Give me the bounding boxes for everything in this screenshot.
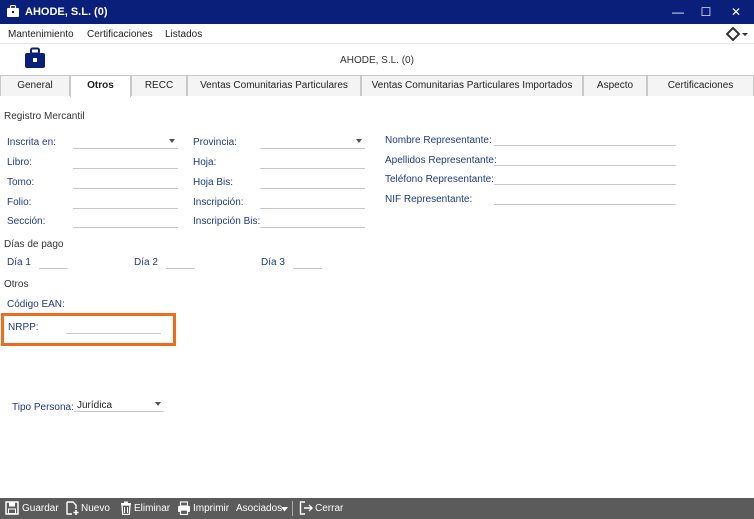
cerrar-button[interactable]: Cerrar bbox=[299, 498, 344, 519]
tipo-persona-value: Jurídica bbox=[77, 400, 113, 411]
tomo-label: Tomo: bbox=[7, 177, 35, 188]
exit-icon bbox=[299, 501, 313, 515]
menu-listados[interactable]: Listados bbox=[165, 29, 202, 40]
tab-ventas-comunitarias[interactable]: Ventas Comunitarias Particulares bbox=[187, 75, 361, 96]
inscripcion-field[interactable] bbox=[260, 195, 365, 209]
imprimir-label: Imprimir bbox=[193, 503, 230, 514]
close-window-button[interactable]: ✕ bbox=[722, 2, 750, 22]
trash-icon bbox=[121, 501, 131, 515]
asociados-label: Asociados bbox=[236, 503, 283, 514]
inscrita-label: Inscrita en: bbox=[7, 137, 56, 148]
hoja-field[interactable] bbox=[260, 155, 365, 169]
apellidos-representante-field[interactable] bbox=[494, 152, 676, 166]
seccion-field[interactable] bbox=[73, 214, 178, 228]
otros-section-title: Otros bbox=[4, 279, 29, 290]
libro-field[interactable] bbox=[73, 155, 178, 169]
tipo-persona-dropdown[interactable]: Jurídica bbox=[74, 398, 164, 412]
cerrar-label: Cerrar bbox=[315, 503, 344, 514]
tab-otros[interactable]: Otros bbox=[70, 75, 131, 97]
tab-recc[interactable]: RECC bbox=[131, 75, 187, 96]
guardar-button[interactable]: Guardar bbox=[5, 498, 59, 519]
dia2-field[interactable] bbox=[166, 255, 195, 269]
imprimir-button[interactable]: Imprimir bbox=[177, 498, 229, 519]
window-title: AHODE, S.L. (0) bbox=[25, 6, 108, 18]
inscripcion-bis-field[interactable] bbox=[260, 214, 365, 228]
folio-field[interactable] bbox=[73, 195, 178, 209]
hoja-bis-field[interactable] bbox=[260, 175, 365, 189]
hoja-label: Hoja: bbox=[193, 157, 217, 168]
registro-section-title: Registro Mercantil bbox=[4, 111, 85, 122]
dia1-label: Día 1 bbox=[7, 257, 31, 268]
new-document-icon bbox=[66, 501, 79, 515]
briefcase-icon bbox=[7, 5, 19, 17]
provincia-label: Provincia: bbox=[193, 137, 237, 148]
bottom-toolbar: Guardar Nuevo Eliminar Imprimir Asociado… bbox=[0, 498, 754, 519]
telefono-representante-label: Teléfono Representante: bbox=[385, 174, 494, 185]
provincia-dropdown[interactable] bbox=[260, 135, 365, 149]
nrpp-field[interactable] bbox=[66, 320, 161, 334]
title-bar: AHODE, S.L. (0) — ☐ ✕ bbox=[0, 0, 754, 24]
dia2-label: Día 2 bbox=[134, 257, 158, 268]
nuevo-label: Nuevo bbox=[81, 503, 110, 514]
apellidos-representante-label: Apellidos Representante: bbox=[385, 155, 497, 166]
header-title: AHODE, S.L. (0) bbox=[340, 55, 414, 66]
telefono-representante-field[interactable] bbox=[494, 171, 676, 185]
chevron-down-icon bbox=[169, 139, 175, 143]
eliminar-label: Eliminar bbox=[134, 503, 171, 514]
nrpp-label: NRPP: bbox=[8, 322, 39, 333]
tomo-field[interactable] bbox=[73, 175, 178, 189]
nif-representante-field[interactable] bbox=[494, 191, 676, 205]
nombre-representante-field[interactable] bbox=[494, 132, 676, 146]
toolbar-separator bbox=[292, 501, 293, 516]
tab-bar: General Otros RECC Ventas Comunitarias P… bbox=[0, 75, 754, 97]
nombre-representante-label: Nombre Representante: bbox=[385, 135, 492, 146]
tab-aspecto[interactable]: Aspecto bbox=[583, 75, 647, 96]
eliminar-button[interactable]: Eliminar bbox=[120, 498, 170, 519]
inscripcion-label: Inscripción: bbox=[193, 197, 244, 208]
tab-certificaciones[interactable]: Certificaciones bbox=[647, 75, 754, 96]
menu-mantenimiento[interactable]: Mantenimiento bbox=[8, 29, 74, 40]
dia3-field[interactable] bbox=[293, 255, 322, 269]
dia3-label: Día 3 bbox=[261, 257, 285, 268]
minimize-button[interactable]: — bbox=[664, 2, 692, 22]
tipo-persona-label: Tipo Persona: bbox=[12, 402, 74, 413]
folio-label: Folio: bbox=[7, 197, 32, 208]
menu-certificaciones[interactable]: Certificaciones bbox=[87, 29, 153, 40]
libro-label: Libro: bbox=[7, 157, 33, 168]
help-icon[interactable] bbox=[726, 27, 748, 41]
chevron-down-icon bbox=[356, 139, 362, 143]
asociados-dropdown-button[interactable]: Asociados bbox=[236, 498, 288, 519]
chevron-down-icon bbox=[155, 402, 161, 406]
inscripcion-bis-label: Inscripción Bis: bbox=[193, 216, 261, 227]
printer-icon bbox=[178, 501, 190, 515]
dia1-field[interactable] bbox=[39, 255, 68, 269]
maximize-button[interactable]: ☐ bbox=[692, 2, 720, 22]
guardar-label: Guardar bbox=[22, 503, 59, 514]
nuevo-button[interactable]: Nuevo bbox=[65, 498, 110, 519]
hoja-bis-label: Hoja Bis: bbox=[193, 177, 234, 188]
menu-bar: Mantenimiento Certificaciones Listados bbox=[0, 24, 754, 44]
seccion-label: Sección: bbox=[7, 216, 46, 227]
save-icon bbox=[5, 501, 19, 515]
nif-representante-label: NIF Representante: bbox=[385, 194, 473, 205]
caret-down-icon bbox=[281, 507, 288, 512]
ean-label: Código EAN: bbox=[7, 299, 65, 310]
inscrita-dropdown[interactable] bbox=[73, 135, 178, 149]
tab-general[interactable]: General bbox=[0, 75, 70, 96]
dias-pago-section-title: Días de pago bbox=[4, 239, 64, 250]
tab-ventas-comunitarias-importados[interactable]: Ventas Comunitarias Particulares Importa… bbox=[361, 75, 583, 96]
